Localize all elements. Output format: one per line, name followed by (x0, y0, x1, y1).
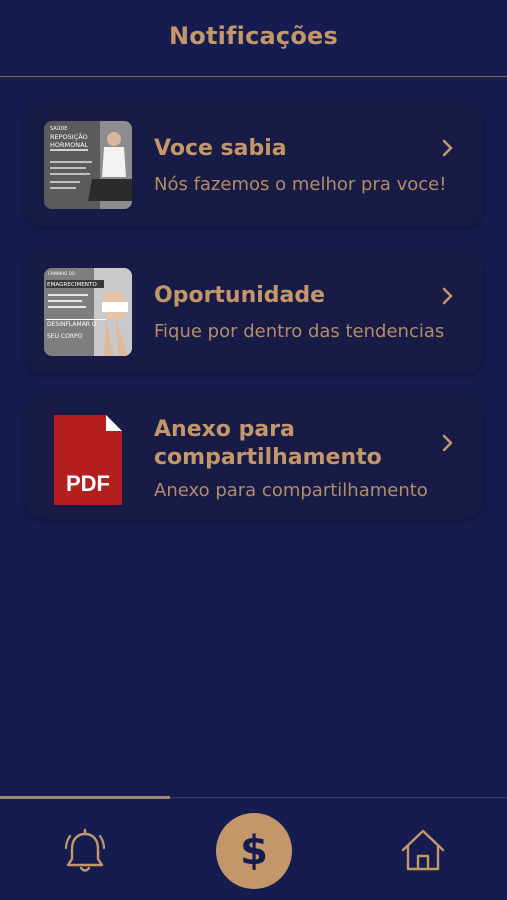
notification-thumbnail: SAÚDE REPOSIÇÃO HORMONAL (44, 121, 132, 209)
thumbnail-image: CAMINHO DO EMAGRECIMENTO DESINFLAMAR O S… (44, 268, 132, 356)
page-title: Notificações (168, 22, 339, 50)
thumbnail-image: SAÚDE REPOSIÇÃO HORMONAL (44, 121, 132, 209)
notification-card-voce-sabia[interactable]: SAÚDE REPOSIÇÃO HORMONAL Voce sabia Nós … (25, 101, 483, 227)
thumb-label-bottom: DESINFLAMAR O (47, 321, 97, 328)
svg-text:CAMINHO DO: CAMINHO DO (48, 271, 75, 276)
notification-title: Oportunidade (154, 283, 326, 308)
notification-subtitle: Fique por dentro das tendencias (154, 321, 445, 342)
thumb-label-bottom-2: SEU CORPO (47, 333, 83, 340)
chevron-right-icon (442, 287, 453, 305)
chevron-right-icon (442, 434, 453, 452)
home-icon[interactable] (400, 828, 446, 872)
notification-thumbnail: CAMINHO DO EMAGRECIMENTO DESINFLAMAR O S… (44, 268, 132, 356)
thumb-label-top: EMAGRECIMENTO (47, 282, 97, 288)
dollar-tab-button[interactable]: $ (216, 813, 292, 889)
notification-subtitle: Nós fazemos o melhor pra voce! (154, 174, 447, 195)
bottom-tab-bar: $ (0, 796, 507, 900)
chevron-right-icon (442, 139, 453, 157)
notification-card-anexo[interactable]: PDF Anexo para compartilhamento Anexo pa… (25, 395, 483, 519)
pdf-file-icon: PDF (54, 415, 122, 505)
thumb-label-bottom: HORMONAL (50, 141, 89, 149)
notification-title: Voce sabia (154, 136, 287, 161)
pdf-label: PDF (66, 471, 110, 496)
bell-icon[interactable] (64, 828, 106, 874)
dollar-icon: $ (240, 828, 268, 874)
app-header: Notificações (0, 0, 507, 77)
thumb-label-top: REPOSIÇÃO (50, 132, 88, 141)
notification-card-oportunidade[interactable]: CAMINHO DO EMAGRECIMENTO DESINFLAMAR O S… (25, 248, 483, 374)
notification-title: Anexo para compartilhamento (154, 417, 382, 470)
notification-subtitle: Anexo para compartilhamento (154, 480, 428, 501)
active-tab-indicator (0, 796, 170, 799)
thumb-label-small: SAÚDE (50, 125, 67, 132)
